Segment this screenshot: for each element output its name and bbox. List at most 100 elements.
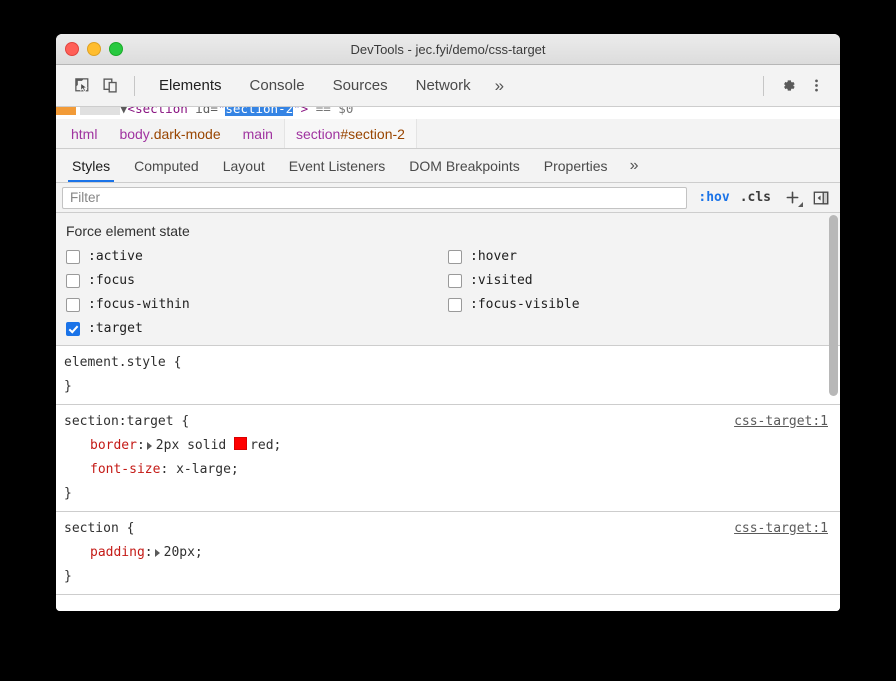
css-declaration-border[interactable]: border:2px solid red; [64,434,830,458]
breadcrumb-item-body[interactable]: body.dark-mode [108,119,231,148]
more-tabs-icon[interactable]: » [620,149,649,182]
css-source-link[interactable]: css-target:1 [734,410,828,434]
dom-tag-name: section [135,107,188,116]
dom-attr-value: section-2 [225,107,293,116]
force-state-active[interactable]: :active [66,249,448,264]
force-state-grid: :active :hover :focus :visited :focus-wi… [66,249,830,336]
breadcrumb-tag: html [71,126,97,142]
css-rule-close-brace: } [64,565,830,589]
breadcrumb-item-section[interactable]: section#section-2 [284,119,417,148]
css-property-name[interactable]: padding [90,545,145,560]
force-state-visited[interactable]: :visited [448,273,830,288]
tab-event-listeners[interactable]: Event Listeners [277,149,398,182]
css-property-name[interactable]: border [90,438,137,453]
css-selector[interactable]: section:target { [64,410,830,434]
panel-tab-list: Elements Console Sources Network » [145,73,753,98]
checkbox-target[interactable] [66,322,80,336]
checkbox-focus-within[interactable] [66,298,80,312]
css-colon: : [145,545,153,560]
dom-expand-arrow[interactable]: ▼ [120,107,128,116]
tab-computed[interactable]: Computed [122,149,211,182]
close-window-button[interactable] [65,42,79,56]
force-state-target[interactable]: :target [66,321,448,336]
dom-attr-name: id [195,107,210,116]
toolbar-divider [134,76,135,96]
traffic-lights [65,42,123,56]
devtools-main-toolbar: Elements Console Sources Network » [56,65,840,107]
color-swatch-red[interactable] [234,437,247,450]
styles-pane: Force element state :active :hover :focu… [56,213,840,611]
force-state-focus[interactable]: :focus [66,273,448,288]
css-rule-element-style: element.style { } [56,346,840,405]
force-state-label: :focus-visible [470,297,580,312]
force-state-label: :focus-within [88,297,190,312]
css-value-post: red; [250,438,281,453]
checkbox-visited[interactable] [448,274,462,288]
dom-tree-clipped-row: ▼<section id="section-2"> == $0 [56,107,840,119]
filter-input[interactable]: Filter [62,187,687,209]
css-property-name[interactable]: font-size [90,462,160,477]
inspect-element-icon[interactable] [68,72,96,100]
css-rule-section: section { css-target:1 padding:20px; } [56,512,840,595]
toggle-sidebar-icon [813,190,829,206]
checkbox-focus-visible[interactable] [448,298,462,312]
filter-placeholder: Filter [70,190,100,205]
tab-styles[interactable]: Styles [60,149,122,182]
zoom-window-button[interactable] [109,42,123,56]
breadcrumb: html body.dark-mode main section#section… [56,119,840,149]
checkbox-active[interactable] [66,250,80,264]
tab-dom-breakpoints[interactable]: DOM Breakpoints [397,149,531,182]
dom-tree-line[interactable]: ▼<section id="section-2"> == $0 [56,107,353,117]
panel-tab-network[interactable]: Network [402,73,485,98]
device-toolbar-icon[interactable] [96,72,124,100]
force-state-toggle-button[interactable]: :hov [693,188,734,207]
breadcrumb-class: .dark-mode [150,126,221,142]
styles-sidebar-tabs: Styles Computed Layout Event Listeners D… [56,149,840,183]
dom-close-bracket: > [301,107,309,116]
dom-equals: = [210,107,218,116]
css-colon: : [137,438,145,453]
css-rule-section-target: section:target { css-target:1 border:2px… [56,405,840,512]
css-declaration-font-size[interactable]: font-size: x-large; [64,458,830,482]
force-state-label: :focus [88,273,135,288]
force-state-focus-visible[interactable]: :focus-visible [448,297,830,312]
dom-open-bracket: < [128,107,136,116]
element-classes-button[interactable]: .cls [735,188,776,207]
breadcrumb-item-html[interactable]: html [60,119,108,148]
panel-tab-elements[interactable]: Elements [145,73,236,98]
expand-shorthand-icon[interactable] [147,442,152,450]
styles-scrollbar-track[interactable] [827,213,840,611]
force-state-hover[interactable]: :hover [448,249,830,264]
more-vertical-icon[interactable] [802,72,830,100]
checkbox-hover[interactable] [448,250,462,264]
force-state-label: :target [88,321,143,336]
tab-properties[interactable]: Properties [532,149,620,182]
force-state-label: :hover [470,249,517,264]
gear-icon[interactable] [774,72,802,100]
more-panels-icon[interactable]: » [485,74,514,98]
styles-scrollbar-thumb[interactable] [829,215,838,396]
window-title: DevTools - jec.fyi/demo/css-target [56,42,840,57]
expand-shorthand-icon[interactable] [155,549,160,557]
css-declaration-padding[interactable]: padding:20px; [64,541,830,565]
css-value[interactable]: x-large; [168,462,238,477]
css-value-pre: 2px solid [156,438,234,453]
toolbar-divider-right [763,76,764,96]
plus-dropdown-arrow-icon[interactable] [798,202,803,207]
minimize-window-button[interactable] [87,42,101,56]
css-source-link[interactable]: css-target:1 [734,517,828,541]
force-state-focus-within[interactable]: :focus-within [66,297,448,312]
tab-layout[interactable]: Layout [211,149,277,182]
css-selector[interactable]: element.style { [64,351,830,375]
breadcrumb-item-main[interactable]: main [232,119,284,148]
css-selector[interactable]: section { [64,517,830,541]
checkbox-focus[interactable] [66,274,80,288]
force-element-state-panel: Force element state :active :hover :focu… [56,213,840,346]
dom-gutter-marker-2 [80,107,120,115]
toggle-sidebar-button[interactable] [810,188,832,208]
force-state-label: :visited [470,273,533,288]
breadcrumb-tag: body [119,126,149,142]
panel-tab-sources[interactable]: Sources [319,73,402,98]
panel-tab-console[interactable]: Console [236,73,319,98]
new-style-rule-button[interactable] [780,187,804,209]
